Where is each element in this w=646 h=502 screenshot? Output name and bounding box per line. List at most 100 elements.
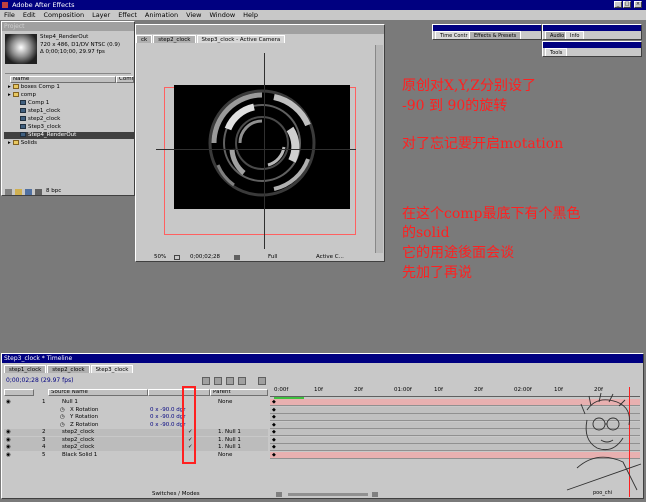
keyframe-icon[interactable]: ◆ <box>272 422 276 429</box>
graph-icon[interactable] <box>258 377 266 385</box>
zoom-slider[interactable] <box>288 493 368 496</box>
safe-zones-icon[interactable] <box>174 255 180 260</box>
comp-timecode[interactable]: 0;00;02;28 <box>190 253 220 262</box>
project-list-item[interactable]: step1_clock <box>4 108 134 115</box>
project-list-item[interactable]: Comp 1 <box>4 100 134 107</box>
parent-select[interactable]: None <box>218 399 232 406</box>
stopwatch-icon[interactable]: ◷ <box>60 414 65 421</box>
tl-col-parent[interactable]: Parent <box>210 389 268 396</box>
project-col-name[interactable]: Name <box>10 76 116 83</box>
parent-select[interactable]: 1. Null 1 <box>218 444 241 451</box>
shy-layers-icon[interactable] <box>214 377 222 385</box>
keyframe-icon[interactable]: ◆ <box>272 414 276 421</box>
zoom-in-icon[interactable] <box>372 492 378 497</box>
tl-col-layer-switches <box>148 389 210 396</box>
comp-tab[interactable]: ck <box>136 35 153 43</box>
interpret-footage-icon[interactable] <box>5 189 12 195</box>
property-value[interactable]: 0 x -90.0 dgr <box>150 422 185 429</box>
layer-number: 1 <box>42 399 46 405</box>
timeline-layer-row[interactable]: ◉ 3 step2_clock ✓ 1. Null 1 <box>4 436 268 444</box>
keyframe-icon[interactable]: ◆ <box>272 452 276 459</box>
parent-select[interactable]: 1. Null 1 <box>218 437 241 444</box>
project-list-item[interactable]: step2_clock <box>4 116 134 123</box>
disclosure-triangle-icon[interactable]: ▸ <box>8 92 11 98</box>
visibility-eye-icon[interactable]: ◉ <box>6 429 11 436</box>
project-list-item[interactable]: ▸ Solids <box>4 140 134 147</box>
property-row[interactable]: ◷ Z Rotation 0 x -90.0 dgr <box>4 422 268 429</box>
comp-bottom-bar: 50% 0;00;02;28 Full Active C... <box>138 253 383 262</box>
visibility-eye-icon[interactable]: ◉ <box>6 452 11 459</box>
camera-snapshot-icon[interactable] <box>234 255 240 260</box>
minimize-button[interactable]: _ <box>614 1 622 8</box>
project-col-comment[interactable]: Comme <box>116 76 134 83</box>
timeline-tab[interactable]: Step3_clock <box>90 365 134 373</box>
zoom-select[interactable]: 50% <box>154 253 166 262</box>
menu-item-effect[interactable]: Effect <box>118 11 137 19</box>
property-row[interactable]: ◷ X Rotation 0 x -90.0 dgr <box>4 407 268 414</box>
switches-modes-toggle[interactable]: Switches / Modes <box>152 490 200 499</box>
comp-tab[interactable]: Step3_clock - Active Camera <box>196 35 286 43</box>
stopwatch-icon[interactable]: ◷ <box>60 422 65 429</box>
tab-tools[interactable]: Tools <box>545 48 568 56</box>
tab-info[interactable]: Info <box>565 31 585 39</box>
keyframe-icon[interactable]: ◆ <box>272 399 276 406</box>
comp-scrollbar-v[interactable] <box>375 45 383 253</box>
disclosure-triangle-icon[interactable]: ▸ <box>8 84 11 90</box>
zoom-out-icon[interactable] <box>276 492 282 497</box>
timeline-timecode[interactable]: 0;00;02;28 (29.97 fps) <box>6 377 74 384</box>
motion-blur-icon[interactable] <box>238 377 246 385</box>
layer-name[interactable]: step2_clock <box>62 429 94 436</box>
visibility-eye-icon[interactable]: ◉ <box>6 399 11 406</box>
bpc-button[interactable]: 8 bpc <box>46 188 61 194</box>
timeline-tab[interactable]: step1_clock <box>4 365 47 373</box>
resolution-select[interactable]: Full <box>268 253 277 262</box>
timeline-tab[interactable]: step2_clock <box>47 365 90 373</box>
comp-tab[interactable]: step2_clock <box>153 35 196 43</box>
layer-name[interactable]: Black Solid 1 <box>62 452 97 459</box>
keyframe-icon[interactable]: ◆ <box>272 407 276 414</box>
close-button[interactable]: × <box>634 1 642 8</box>
parent-select[interactable]: 1. Null 1 <box>218 429 241 436</box>
tab-time-controls[interactable]: Time Contr <box>435 31 473 39</box>
menu-item-file[interactable]: File <box>4 11 15 19</box>
layer-name[interactable]: step2_clock <box>62 444 94 451</box>
frame-blending-icon[interactable] <box>226 377 234 385</box>
menu-item-view[interactable]: View <box>186 11 201 19</box>
keyframe-icon[interactable]: ◆ <box>272 437 276 444</box>
new-comp-icon[interactable] <box>25 189 32 195</box>
tab-effects-presets[interactable]: Effects & Presets <box>469 31 522 39</box>
visibility-eye-icon[interactable]: ◉ <box>6 437 11 444</box>
menu-item-layer[interactable]: Layer <box>92 11 110 19</box>
visibility-eye-icon[interactable]: ◉ <box>6 444 11 451</box>
folder-icon <box>12 92 19 97</box>
layer-name[interactable]: step2_clock <box>62 437 94 444</box>
menu-item-help[interactable]: Help <box>243 11 258 19</box>
menu-item-composition[interactable]: Composition <box>43 11 84 19</box>
disclosure-triangle-icon[interactable]: ▸ <box>8 140 11 146</box>
parent-select[interactable]: None <box>218 452 232 459</box>
property-value[interactable]: 0 x -90.0 dgr <box>150 414 185 421</box>
comp-marker-icon[interactable] <box>202 377 210 385</box>
tl-col-source[interactable]: Source Name <box>48 389 148 396</box>
layer-name[interactable]: Null 1 <box>62 399 78 406</box>
trash-icon[interactable] <box>35 189 42 195</box>
menu-item-animation[interactable]: Animation <box>145 11 178 19</box>
project-list-item[interactable]: Step3_clock <box>4 124 134 131</box>
property-value[interactable]: 0 x -90.0 dgr <box>150 407 185 414</box>
keyframe-icon[interactable]: ◆ <box>272 429 276 436</box>
timeline-layer-row[interactable]: ◉ 2 step2_clock ✓ 1. Null 1 <box>4 429 268 436</box>
project-list-item[interactable]: Step4_RenderOut <box>4 132 134 139</box>
menu-item-window[interactable]: Window <box>210 11 236 19</box>
project-list-item[interactable]: ▸ comp <box>4 92 134 99</box>
new-folder-icon[interactable] <box>15 189 22 195</box>
stopwatch-icon[interactable]: ◷ <box>60 407 65 414</box>
timeline-layer-row[interactable]: ◉ 1 Null 1 None <box>4 399 268 406</box>
maximize-button[interactable]: □ <box>623 1 631 8</box>
timeline-layer-row[interactable]: ◉ 4 step2_clock ✓ 1. Null 1 <box>4 444 268 451</box>
camera-select[interactable]: Active C... <box>316 253 344 262</box>
timeline-layer-row[interactable]: ◉ 5 Black Solid 1 None <box>4 451 268 459</box>
keyframe-icon[interactable]: ◆ <box>272 444 276 451</box>
property-row[interactable]: ◷ Y Rotation 0 x -90.0 dgr <box>4 414 268 421</box>
project-list-item[interactable]: ▸ boxes Comp 1 <box>4 84 134 91</box>
menu-item-edit[interactable]: Edit <box>23 11 36 19</box>
